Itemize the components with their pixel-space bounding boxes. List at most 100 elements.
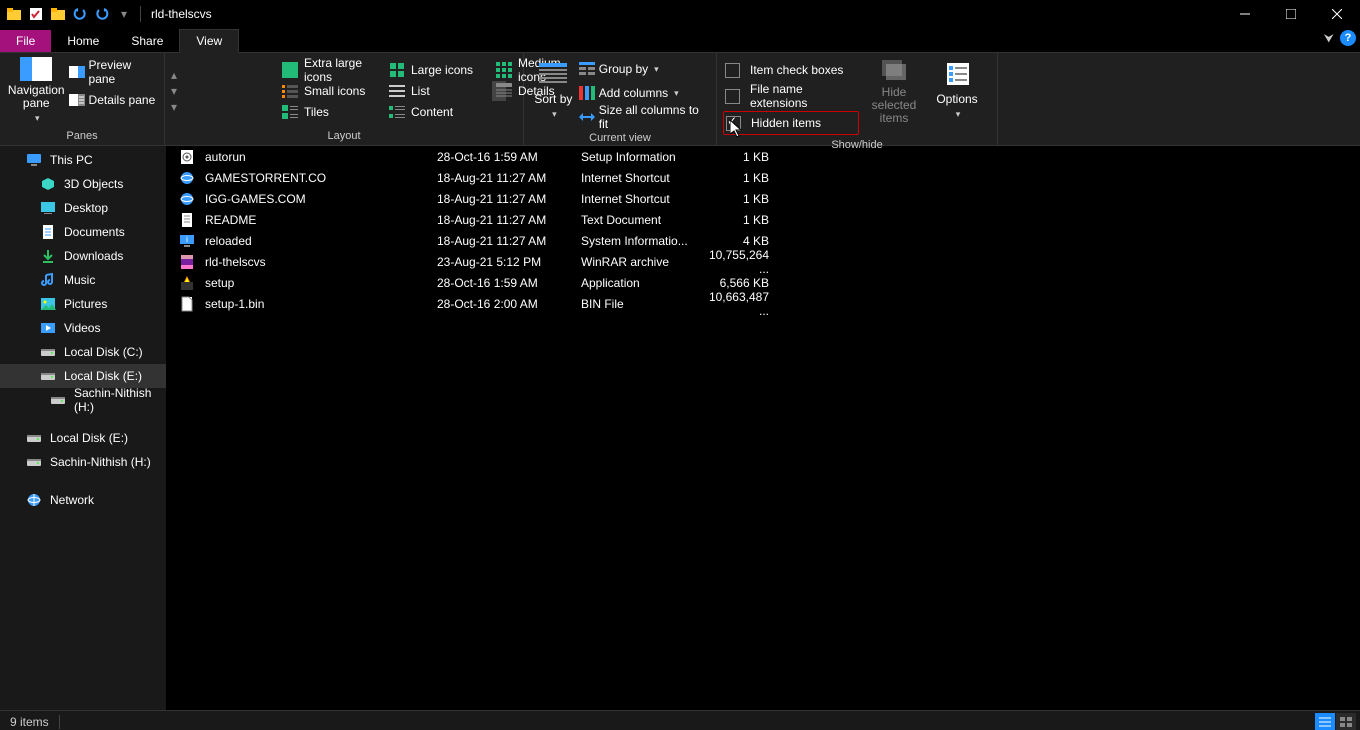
disk-icon <box>40 368 56 384</box>
nav-item[interactable]: Documents <box>0 220 166 244</box>
redo-icon[interactable] <box>92 4 112 24</box>
file-name: rld-thelscvs <box>205 255 437 269</box>
size-all-columns-button[interactable]: Size all columns to fit <box>577 106 710 128</box>
add-columns-button[interactable]: Add columns▾ <box>577 82 710 104</box>
nfo-icon: i <box>179 233 195 249</box>
url-icon <box>179 191 195 207</box>
file-row[interactable]: README18-Aug-21 11:27 AMText Document1 K… <box>167 209 1360 230</box>
hide-selected-icon <box>878 55 910 84</box>
sort-icon <box>537 59 569 91</box>
disk-icon <box>26 430 42 446</box>
small-icon <box>282 83 298 99</box>
layout-tiles[interactable]: Tiles <box>278 102 384 122</box>
qat-dropdown-icon[interactable]: ▾ <box>114 4 134 24</box>
nav-item[interactable]: Local Disk (E:) <box>0 426 166 450</box>
item-checkboxes-toggle[interactable]: Item check boxes <box>723 59 859 81</box>
file-name: GAMESTORRENT.CO <box>205 171 437 185</box>
file-row[interactable]: setup-1.bin28-Oct-16 2:00 AMBIN File10,6… <box>167 293 1360 314</box>
net-icon <box>26 492 42 508</box>
nav-item-label: Downloads <box>64 249 123 263</box>
medium-icon <box>496 62 512 78</box>
nav-item-label: Local Disk (E:) <box>64 369 142 383</box>
navigation-pane-label: Navigation pane <box>6 84 67 110</box>
pics-icon <box>40 296 56 312</box>
group-by-button[interactable]: Group by▾ <box>577 58 710 80</box>
tab-home[interactable]: Home <box>51 30 115 52</box>
file-type: BIN File <box>581 297 697 311</box>
status-bar: 9 items <box>0 710 1360 730</box>
file-date: 28-Oct-16 2:00 AM <box>437 297 581 311</box>
nav-item[interactable]: 3D Objects <box>0 172 166 196</box>
file-extensions-toggle[interactable]: File name extensions <box>723 85 859 107</box>
nav-item[interactable]: Sachin-Nithish (H:) <box>0 388 166 412</box>
nav-item[interactable]: Sachin-Nithish (H:) <box>0 450 166 474</box>
file-date: 18-Aug-21 11:27 AM <box>437 171 581 185</box>
layout-small[interactable]: Small icons <box>278 81 384 101</box>
nav-item[interactable]: Downloads <box>0 244 166 268</box>
ribbon: Navigation pane ▾ Preview pane Details p… <box>0 53 1360 146</box>
nav-item[interactable]: Pictures <box>0 292 166 316</box>
tab-file[interactable]: File <box>0 30 51 52</box>
properties-icon[interactable] <box>26 4 46 24</box>
sort-by-button[interactable]: Sort by ▾ <box>530 55 577 125</box>
hidden-items-toggle[interactable]: Hidden items <box>723 111 859 135</box>
layout-extra-large[interactable]: Extra large icons <box>278 60 384 80</box>
file-row[interactable]: GAMESTORRENT.CO18-Aug-21 11:27 AMInterne… <box>167 167 1360 188</box>
desktop-icon <box>40 200 56 216</box>
undo-icon[interactable] <box>70 4 90 24</box>
options-button[interactable]: Options ▾ <box>929 55 985 125</box>
navigation-pane[interactable]: This PC 3D Objects Desktop Documents Downloa… <box>0 146 167 710</box>
layout-content[interactable]: Content <box>385 102 491 122</box>
close-button[interactable] <box>1314 0 1360 28</box>
pc-icon <box>26 152 42 168</box>
preview-pane-button[interactable]: Preview pane <box>67 61 158 83</box>
nav-item[interactable]: This PC <box>0 148 166 172</box>
hide-selected-label: Hide selected items <box>859 86 929 125</box>
nav-item[interactable]: Local Disk (E:) <box>0 364 166 388</box>
xl-icon <box>282 62 298 78</box>
layout-large[interactable]: Large icons <box>385 60 491 80</box>
layout-medium[interactable]: Medium icons <box>492 60 506 80</box>
tab-view[interactable]: View <box>179 29 239 53</box>
group-currentview-label: Current view <box>524 130 716 147</box>
file-type: Internet Shortcut <box>581 192 697 206</box>
nav-item[interactable]: Network <box>0 488 166 512</box>
layout-details[interactable]: Details <box>492 81 506 101</box>
thumbnails-view-button[interactable] <box>1336 713 1356 730</box>
file-name: README <box>205 213 437 227</box>
3d-icon <box>40 176 56 192</box>
help-icon[interactable]: ? <box>1340 30 1356 46</box>
nav-item-label: Documents <box>64 225 125 239</box>
nav-item[interactable]: Videos <box>0 316 166 340</box>
nav-item-label: 3D Objects <box>64 177 123 191</box>
navigation-pane-button[interactable]: Navigation pane ▾ <box>6 55 67 125</box>
new-folder-icon[interactable] <box>48 4 68 24</box>
maximize-button[interactable] <box>1268 0 1314 28</box>
file-size: 1 KB <box>697 171 777 185</box>
details-pane-button[interactable]: Details pane <box>67 89 158 111</box>
file-list[interactable]: autorun28-Oct-16 1:59 AMSetup Informatio… <box>167 146 1360 710</box>
collapse-ribbon-icon[interactable]: ⮟ <box>1324 31 1334 46</box>
ribbon-tabstrip: File Home Share View ⮟ ? <box>0 28 1360 53</box>
ini-icon <box>179 149 195 165</box>
disk-icon <box>40 344 56 360</box>
file-name: reloaded <box>205 234 437 248</box>
file-type: WinRAR archive <box>581 255 697 269</box>
checkbox-icon <box>725 89 740 104</box>
minimize-button[interactable] <box>1222 0 1268 28</box>
layout-spinner[interactable]: ▴▾▾ <box>171 60 277 122</box>
svg-text:i: i <box>186 235 188 244</box>
file-date: 18-Aug-21 11:27 AM <box>437 192 581 206</box>
tab-share[interactable]: Share <box>115 30 179 52</box>
nav-item-label: Sachin-Nithish (H:) <box>74 386 166 414</box>
nav-item[interactable]: Local Disk (C:) <box>0 340 166 364</box>
details-view-button[interactable] <box>1315 713 1335 730</box>
nav-item[interactable]: Music <box>0 268 166 292</box>
layout-list[interactable]: List <box>385 81 491 101</box>
file-type: Setup Information <box>581 150 697 164</box>
tiles-icon <box>282 104 298 120</box>
hide-selected-button[interactable]: Hide selected items <box>859 55 929 125</box>
file-row[interactable]: IGG-GAMES.COM18-Aug-21 11:27 AMInternet … <box>167 188 1360 209</box>
nav-item[interactable]: Desktop <box>0 196 166 220</box>
file-row[interactable]: rld-thelscvs23-Aug-21 5:12 PMWinRAR arch… <box>167 251 1360 272</box>
